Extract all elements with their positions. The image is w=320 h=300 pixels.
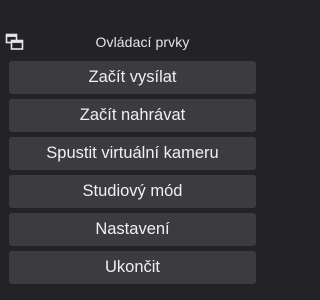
start-virtual-camera-button[interactable]: Spustit virtuální kameru bbox=[9, 137, 256, 170]
start-streaming-button[interactable]: Začít vysílat bbox=[9, 61, 256, 94]
dock-titlebar: Ovládací prvky bbox=[0, 31, 265, 55]
start-recording-button[interactable]: Začít nahrávat bbox=[9, 99, 256, 132]
dock-undock-icon[interactable] bbox=[5, 33, 25, 51]
settings-button[interactable]: Nastavení bbox=[9, 213, 256, 246]
studio-mode-button[interactable]: Studiový mód bbox=[9, 175, 256, 208]
controls-dock: Ovládací prvky Začít vysílat Začít nahrá… bbox=[0, 0, 265, 300]
exit-button[interactable]: Ukončit bbox=[9, 251, 256, 284]
dock-title: Ovládací prvky bbox=[95, 34, 190, 50]
controls-button-list: Začít vysílat Začít nahrávat Spustit vir… bbox=[9, 61, 256, 289]
